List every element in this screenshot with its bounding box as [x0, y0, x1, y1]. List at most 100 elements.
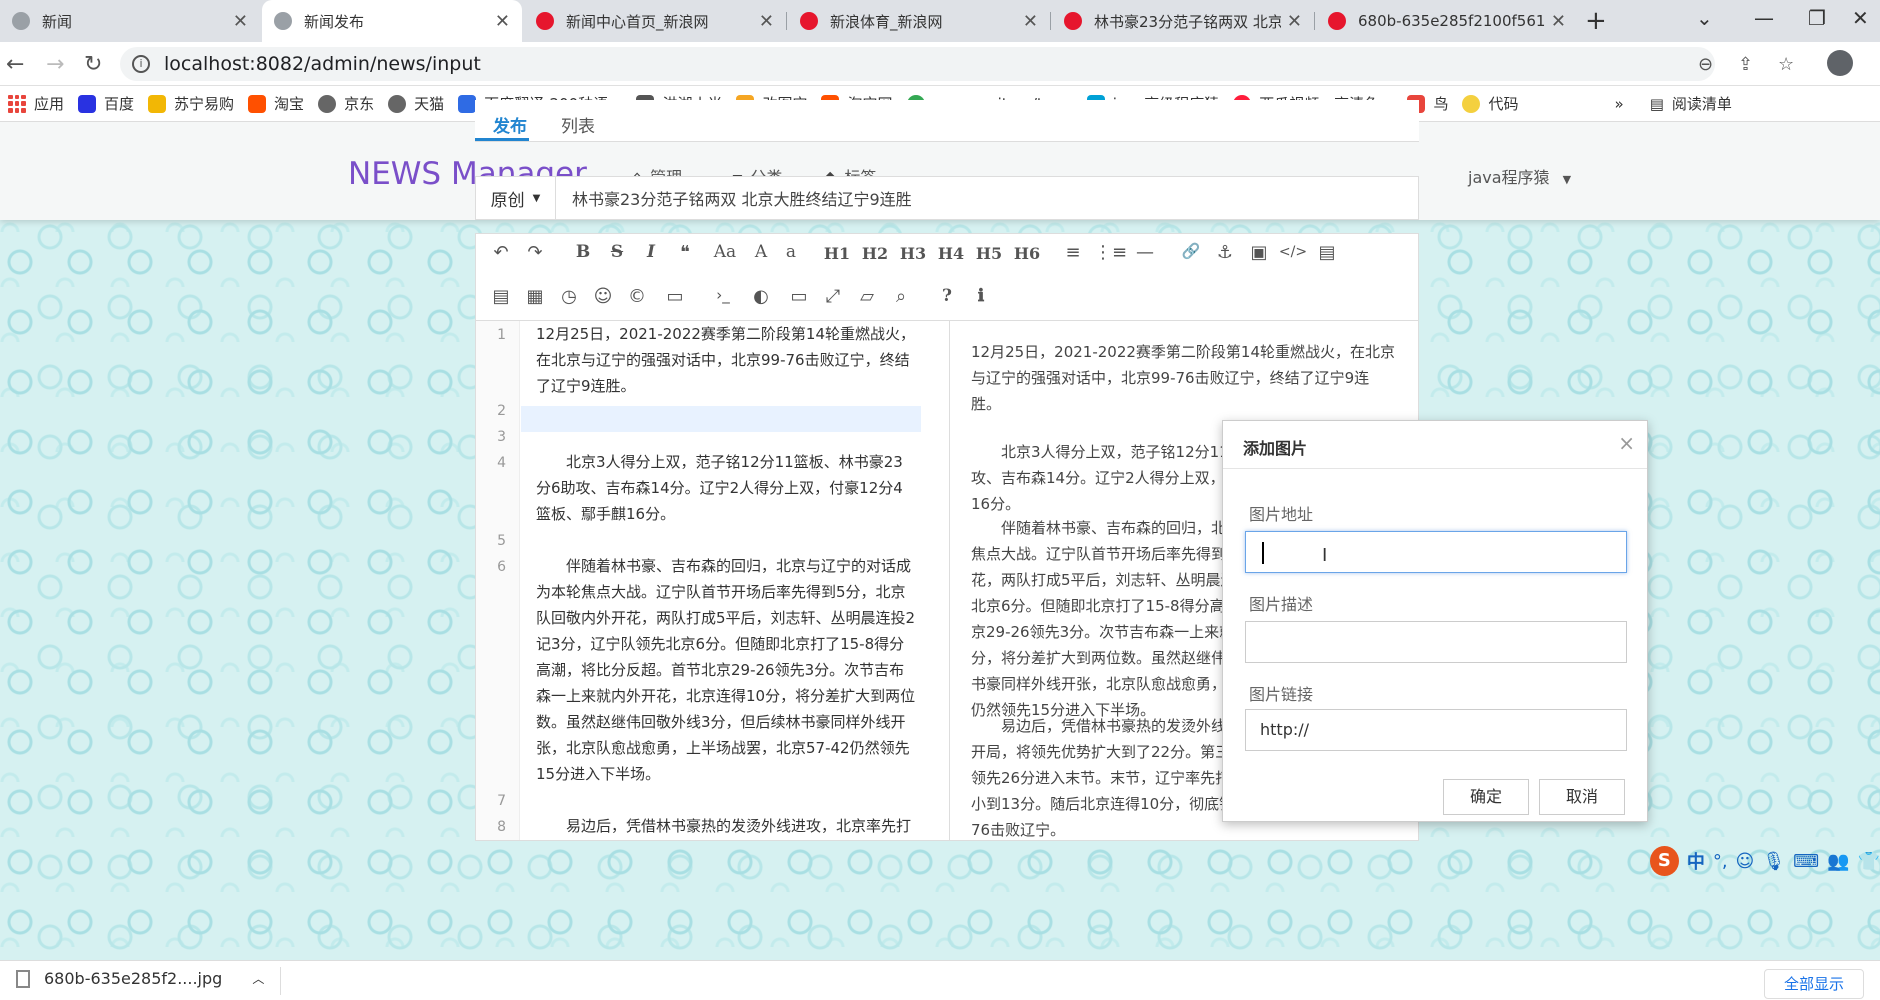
emoji-icon[interactable]: ☺	[1736, 851, 1755, 872]
profile-avatar[interactable]	[1827, 50, 1853, 76]
code-line[interactable]: 北京3人得分上双，范子铭12分11篮板、林书豪23分6助攻、吉布森14分。辽宁2…	[536, 449, 916, 527]
close-tab-icon[interactable]: ✕	[1287, 11, 1302, 32]
image-link-input[interactable]: http://	[1245, 709, 1627, 751]
unordered-list-icon[interactable]: ≡	[1058, 242, 1088, 263]
tab-list[interactable]: 列表	[561, 112, 595, 137]
anchor-icon[interactable]: ⚓	[1210, 242, 1240, 263]
show-all-downloads-button[interactable]: 全部显示	[1764, 969, 1864, 999]
bold-icon[interactable]: B	[568, 242, 598, 262]
code-block-icon[interactable]: ▤	[1312, 242, 1342, 263]
code-line[interactable]: 易边后，凭借林书豪热的发烫外线进攻，北京率先打了12-5开局，将领先优势扩大到了…	[536, 813, 916, 839]
h1-icon[interactable]: H1	[822, 244, 852, 263]
title-input[interactable]: 林书豪23分范子铭两双 北京大胜终结辽宁9连胜	[572, 186, 912, 210]
keyboard-icon[interactable]: ⌨	[1793, 851, 1819, 872]
horizontal-rule-icon[interactable]: —	[1130, 242, 1160, 263]
h6-icon[interactable]: H6	[1012, 244, 1042, 263]
image-url-input[interactable]: I	[1245, 531, 1627, 573]
tab-search-icon[interactable]: ⌄	[1696, 6, 1713, 30]
code-line[interactable]: 伴随着林书豪、吉布森的回归，北京与辽宁的对话成为本轮焦点大战。辽宁队首节开场后率…	[536, 553, 916, 787]
browser-tab[interactable]: 新闻 ✕	[0, 0, 260, 42]
font-size-up-icon[interactable]: A	[746, 242, 776, 262]
people-icon[interactable]: 👥	[1827, 851, 1849, 872]
close-tab-icon[interactable]: ✕	[1023, 11, 1038, 32]
image-icon[interactable]: ▣	[1244, 242, 1274, 263]
info-icon[interactable]: ℹ	[966, 286, 996, 306]
strikethrough-icon[interactable]: S	[602, 242, 632, 262]
close-tab-icon[interactable]: ✕	[759, 11, 774, 32]
share-icon[interactable]: ⇪	[1738, 54, 1753, 75]
bookmark-star-icon[interactable]: ☆	[1778, 54, 1794, 75]
flag-dropdown[interactable]: 原创 ▼	[476, 177, 556, 219]
browser-tab[interactable]: 新浪体育_新浪网 ✕	[788, 0, 1050, 42]
preformatted-icon[interactable]: ▤	[486, 286, 516, 307]
table-icon[interactable]: ▦	[520, 286, 550, 307]
zoom-icon[interactable]: ⊖	[1698, 54, 1713, 75]
user-dropdown[interactable]: java程序猿 ▼	[1468, 164, 1571, 188]
undo-icon[interactable]: ↶	[486, 242, 516, 263]
pagebreak-icon[interactable]: ▭	[660, 286, 690, 307]
minimize-icon[interactable]: —	[1754, 6, 1774, 30]
redo-icon[interactable]: ↷	[520, 242, 550, 263]
browser-tab[interactable]: 林书豪23分范子铭两双 北京 ✕	[1052, 0, 1314, 42]
back-icon[interactable]: ←	[6, 52, 24, 77]
bookmark-item[interactable]: 天猫	[388, 93, 444, 114]
url-text[interactable]: localhost:8082/admin/news/input	[164, 53, 481, 75]
ime-language-toggle[interactable]: 中	[1687, 848, 1705, 874]
cancel-button[interactable]: 取消	[1539, 779, 1625, 815]
datetime-icon[interactable]: ◷	[554, 286, 584, 307]
close-tab-icon[interactable]: ✕	[233, 11, 248, 32]
new-tab-button[interactable]: +	[1585, 6, 1607, 36]
code-inline-icon[interactable]: </>	[1278, 244, 1308, 260]
restore-icon[interactable]: ❐	[1808, 6, 1826, 30]
search-icon[interactable]: ⌕	[886, 286, 916, 307]
bookmarks-more-button[interactable]: »	[1615, 95, 1624, 113]
ime-punctuation-toggle[interactable]: °,	[1713, 851, 1728, 872]
microphone-icon[interactable]: 🎙	[1762, 851, 1785, 872]
close-window-icon[interactable]: ✕	[1852, 6, 1869, 30]
skin-icon[interactable]: 👕	[1858, 851, 1880, 872]
browser-tab-active[interactable]: 新闻发布 ✕	[262, 0, 522, 42]
chevron-up-icon[interactable]: ︿	[252, 970, 264, 987]
baidu-translate-icon	[458, 94, 477, 113]
watch-toggle-icon[interactable]: ◐	[746, 286, 776, 307]
url-field[interactable]: i localhost:8082/admin/news/input	[120, 47, 1715, 81]
download-item[interactable]: 680b-635e285f2....jpg ︿	[16, 969, 264, 988]
fullscreen-icon[interactable]: ⤢	[818, 286, 848, 307]
close-icon[interactable]: ×	[1618, 431, 1635, 455]
quote-icon[interactable]: ❝	[670, 242, 700, 263]
confirm-button[interactable]: 确定	[1443, 779, 1529, 815]
uppercase-icon[interactable]: Aa	[710, 242, 740, 262]
site-info-icon[interactable]: i	[132, 55, 150, 73]
bookmark-item[interactable]: 百度	[78, 93, 134, 114]
browser-tab[interactable]: 680b-635e285f2100f561 ✕	[1316, 0, 1578, 42]
image-desc-input[interactable]	[1245, 621, 1627, 663]
ordered-list-icon[interactable]: ⋮≡	[1094, 242, 1127, 263]
bookmark-item[interactable]: 代码	[1462, 93, 1519, 114]
h4-icon[interactable]: H4	[936, 244, 966, 263]
preview-icon[interactable]: ▭	[784, 286, 814, 307]
html-entities-icon[interactable]: ©	[622, 286, 652, 307]
emoji-icon[interactable]: ☺	[588, 286, 618, 307]
code-line[interactable]: 12月25日，2021-2022赛季第二阶段第14轮重燃战火，在北京与辽宁的强强…	[536, 321, 916, 399]
italic-icon[interactable]: I	[636, 242, 666, 262]
forward-icon[interactable]: →	[46, 52, 64, 77]
bookmark-item[interactable]: 苏宁易购	[148, 93, 234, 114]
lowercase-icon[interactable]: a	[776, 242, 806, 262]
h2-icon[interactable]: H2	[860, 244, 890, 263]
reading-list-button[interactable]: ▤ 阅读清单	[1650, 93, 1732, 114]
browser-tab[interactable]: 新闻中心首页_新浪网 ✕	[524, 0, 786, 42]
sogou-logo-icon[interactable]: S	[1650, 846, 1679, 876]
tab-publish[interactable]: 发布	[493, 112, 527, 137]
h5-icon[interactable]: H5	[974, 244, 1004, 263]
bookmark-item[interactable]: 京东	[318, 93, 374, 114]
close-tab-icon[interactable]: ✕	[1551, 11, 1566, 32]
link-icon[interactable]: 🔗	[1176, 242, 1206, 260]
bookmark-apps[interactable]: 应用	[8, 93, 64, 114]
help-icon[interactable]: ?	[932, 286, 962, 306]
goto-line-icon[interactable]: ›_	[708, 286, 738, 304]
bookmark-item[interactable]: 淘宝	[248, 93, 304, 114]
close-tab-icon[interactable]: ✕	[495, 11, 510, 32]
h3-icon[interactable]: H3	[898, 244, 928, 263]
clear-icon[interactable]: ▱	[852, 286, 882, 307]
reload-icon[interactable]: ↻	[84, 52, 102, 77]
